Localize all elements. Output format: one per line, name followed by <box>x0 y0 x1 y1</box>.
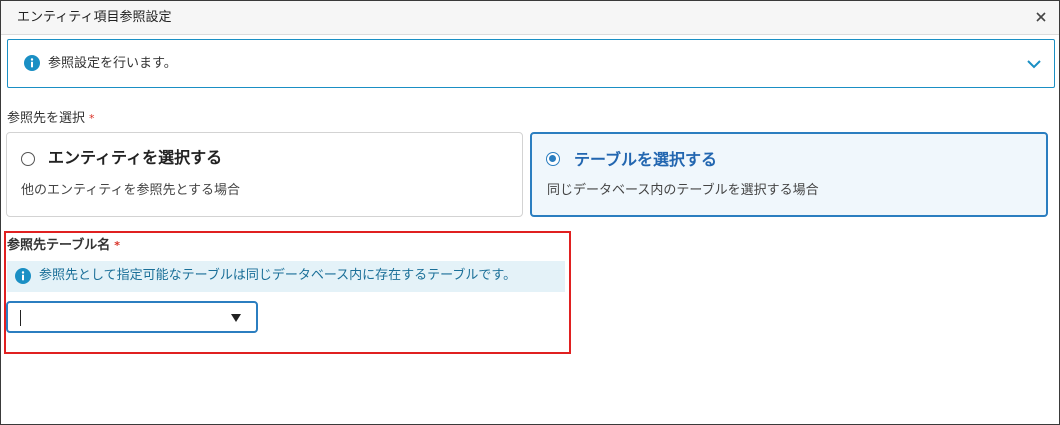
reference-settings-dialog: エンティティ項目参照設定 参照設定を行います。 参照先を選択 * エンティティを選… <box>0 0 1060 425</box>
required-mark: * <box>114 239 120 252</box>
close-button[interactable] <box>1031 7 1051 27</box>
option-entity-title: エンティティを選択する <box>48 148 223 167</box>
reference-target-label-text: 参照先を選択 <box>7 111 86 126</box>
required-mark: * <box>89 112 95 125</box>
table-name-hint-text: 参照先として指定可能なテーブルは同じデータベース内に存在するテーブルです。 <box>39 268 517 283</box>
table-name-label-text: 参照先テーブル名 <box>7 238 111 253</box>
option-table-title: テーブルを選択する <box>574 150 718 169</box>
option-entity-description: 他のエンティティを参照先とする場合 <box>21 183 241 198</box>
dropdown-arrow-icon <box>231 314 241 322</box>
table-name-label: 参照先テーブル名 * <box>7 237 120 255</box>
expand-banner-button[interactable] <box>1024 54 1044 74</box>
option-card-entity[interactable]: エンティティを選択する 他のエンティティを参照先とする場合 <box>6 132 523 217</box>
table-name-hint: 参照先として指定可能なテーブルは同じデータベース内に存在するテーブルです。 <box>7 261 565 292</box>
dialog-title: エンティティ項目参照設定 <box>17 10 172 25</box>
dialog-titlebar: エンティティ項目参照設定 <box>1 1 1059 35</box>
info-banner: 参照設定を行います。 <box>7 39 1055 88</box>
reference-target-label: 参照先を選択 * <box>7 110 95 128</box>
radio-entity[interactable] <box>21 152 35 166</box>
text-caret <box>20 310 21 326</box>
option-table-description: 同じデータベース内のテーブルを選択する場合 <box>547 183 819 198</box>
info-banner-text: 参照設定を行います。 <box>48 56 177 71</box>
option-card-table[interactable]: テーブルを選択する 同じデータベース内のテーブルを選択する場合 <box>530 132 1048 217</box>
info-icon <box>15 268 31 284</box>
chevron-down-icon <box>1027 60 1041 69</box>
close-icon <box>1036 12 1046 22</box>
info-icon <box>24 55 40 71</box>
radio-table[interactable] <box>546 152 560 166</box>
table-name-select[interactable] <box>6 301 258 333</box>
